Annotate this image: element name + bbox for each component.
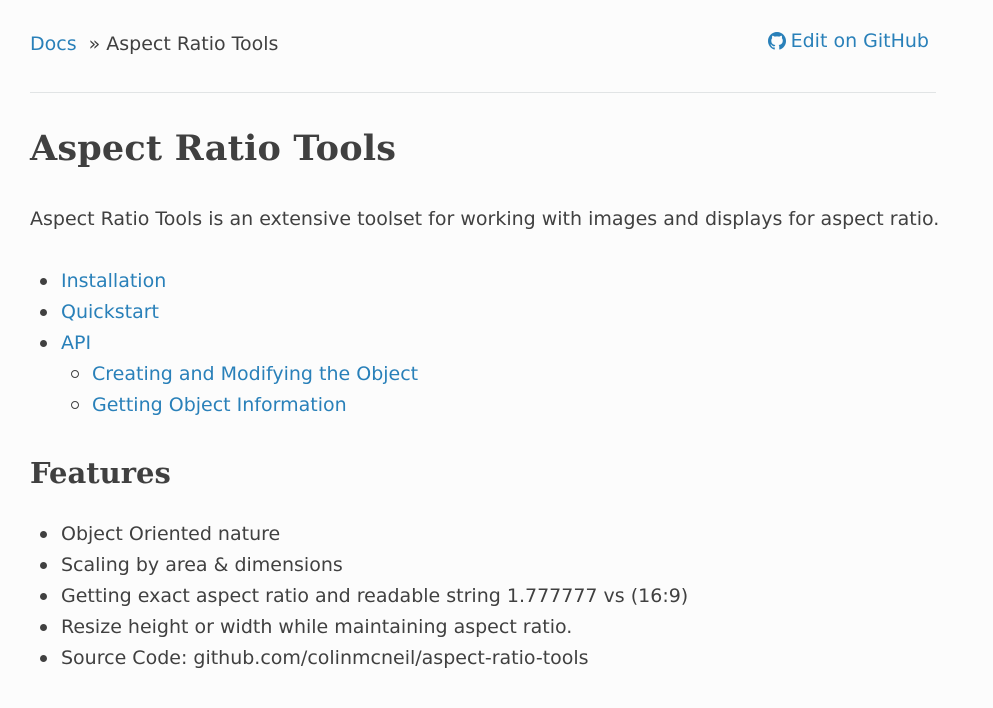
bullet-icon xyxy=(40,624,47,631)
toc-item-installation: Installation xyxy=(30,266,418,297)
feature-text: Object Oriented nature xyxy=(61,523,281,545)
page-title: Aspect Ratio Tools xyxy=(30,128,397,169)
edit-on-github-link[interactable]: Edit on GitHub xyxy=(767,27,929,55)
feature-text: Getting exact aspect ratio and readable … xyxy=(61,585,689,607)
top-bar: Docs » Aspect Ratio Tools Edit on GitHub xyxy=(30,0,936,93)
breadcrumb-docs-link[interactable]: Docs xyxy=(30,30,77,58)
toc-item-creating-modifying: Creating and Modifying the Object xyxy=(30,359,418,390)
bullet-icon xyxy=(40,562,47,569)
breadcrumb: Docs » Aspect Ratio Tools xyxy=(30,30,278,58)
features-list: Object Oriented nature Scaling by area &… xyxy=(30,519,688,674)
list-item: Object Oriented nature xyxy=(30,519,688,550)
features-heading: Features xyxy=(30,456,171,490)
list-item: Source Code: github.com/colinmcneil/aspe… xyxy=(30,643,688,674)
toc-link-quickstart[interactable]: Quickstart xyxy=(61,301,159,323)
list-item: Scaling by area & dimensions xyxy=(30,550,688,581)
bullet-icon xyxy=(40,531,47,538)
bullet-icon xyxy=(40,309,47,316)
feature-text: Source Code: github.com/colinmcneil/aspe… xyxy=(61,647,589,669)
github-icon xyxy=(767,32,786,50)
bullet-icon xyxy=(40,278,47,285)
breadcrumb-current: Aspect Ratio Tools xyxy=(106,33,279,55)
toc-item-quickstart: Quickstart xyxy=(30,297,418,328)
edit-on-github-label: Edit on GitHub xyxy=(790,30,929,52)
list-item: Resize height or width while maintaining… xyxy=(30,612,688,643)
toc-item-api: API xyxy=(30,328,418,359)
toc-link-api[interactable]: API xyxy=(61,332,91,354)
hollow-bullet-icon xyxy=(71,370,79,378)
toc-item-getting-info: Getting Object Information xyxy=(30,390,418,421)
feature-text: Scaling by area & dimensions xyxy=(61,554,343,576)
list-item: Getting exact aspect ratio and readable … xyxy=(30,581,688,612)
feature-text: Resize height or width while maintaining… xyxy=(61,616,573,638)
intro-paragraph: Aspect Ratio Tools is an extensive tools… xyxy=(30,208,940,230)
bullet-icon xyxy=(40,340,47,347)
toc-link-installation[interactable]: Installation xyxy=(61,270,166,292)
breadcrumb-separator: » xyxy=(88,33,101,55)
bullet-icon xyxy=(40,593,47,600)
bullet-icon xyxy=(40,655,47,662)
hollow-bullet-icon xyxy=(71,401,79,409)
toc-link-getting-info[interactable]: Getting Object Information xyxy=(92,394,347,416)
toc-link-creating-modifying[interactable]: Creating and Modifying the Object xyxy=(92,363,418,385)
toc-list: Installation Quickstart API Creating and… xyxy=(30,266,418,421)
